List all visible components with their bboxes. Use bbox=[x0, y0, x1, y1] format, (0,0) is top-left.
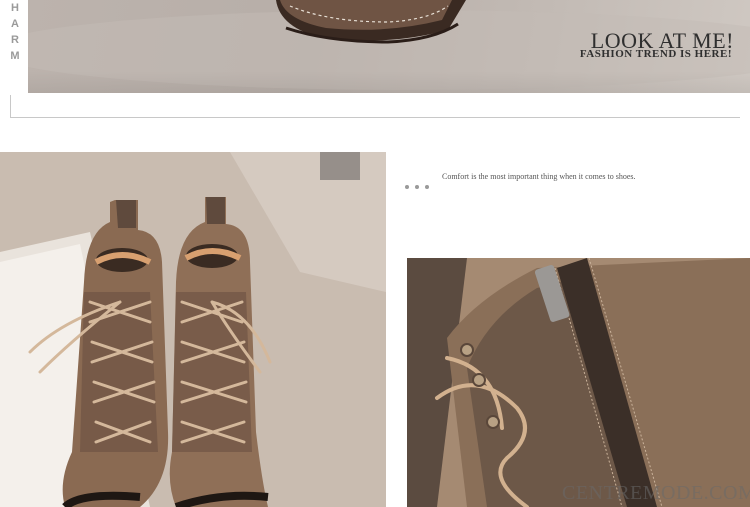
frame-line-vertical bbox=[10, 95, 11, 118]
frame-line-horizontal bbox=[10, 117, 740, 118]
decorative-dots bbox=[405, 176, 437, 189]
side-brand-text: HARM bbox=[9, 2, 21, 66]
banner-subtitle: FASHION TREND IS HERE! bbox=[579, 48, 732, 60]
site-watermark: CENTREMODE.COM bbox=[562, 482, 750, 504]
boots-pair-illustration bbox=[0, 152, 386, 507]
boot-zipper-closeup-photo bbox=[407, 258, 750, 507]
boots-pair-photo bbox=[0, 152, 386, 507]
zipper-closeup-illustration bbox=[407, 258, 750, 507]
comfort-caption: Comfort is the most important thing when… bbox=[442, 172, 636, 181]
